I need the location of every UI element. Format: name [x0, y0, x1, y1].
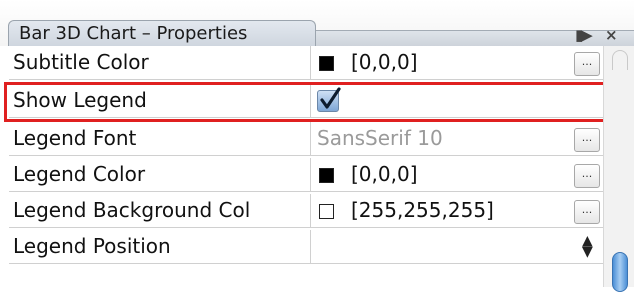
property-value-cell[interactable]: SansSerif 10 ... [311, 122, 604, 155]
edit-button[interactable]: ... [574, 128, 600, 152]
property-row-legend-background-color: Legend Background Col [255,255,255] ... [9, 194, 604, 228]
scroll-track-cap [612, 50, 628, 70]
property-value: [0,0,0] [351, 162, 418, 186]
property-row-legend-color: Legend Color [0,0,0] ... [9, 158, 604, 192]
maximize-icon[interactable]: ▮▶ [575, 26, 593, 44]
property-row-subtitle-color: Subtitle Color [0,0,0] ... [9, 46, 604, 80]
show-legend-highlight [4, 82, 606, 122]
property-value-cell[interactable]: [0,0,0] ... [311, 46, 604, 79]
property-row-legend-position: Legend Position ▲ ▼ [9, 230, 604, 264]
property-value: [0,0,0] [351, 50, 418, 74]
property-name: Legend Color [9, 158, 311, 191]
property-name: Subtitle Color [9, 46, 311, 79]
property-name: Legend Font [9, 122, 311, 155]
property-row-legend-font: Legend Font SansSerif 10 ... [9, 122, 604, 156]
property-value-cell[interactable]: [0,0,0] ... [311, 158, 604, 191]
edit-button[interactable]: ... [574, 52, 600, 76]
property-value-cell[interactable]: [255,255,255] ... [311, 194, 604, 227]
vertical-scrollbar[interactable] [603, 46, 634, 292]
property-name: Legend Background Col [9, 194, 311, 227]
title-tab[interactable]: Bar 3D Chart – Properties [8, 20, 316, 46]
edit-button[interactable]: ... [574, 200, 600, 224]
property-name: Legend Position [9, 230, 311, 263]
edit-button[interactable]: ... [574, 164, 600, 188]
property-value: SansSerif 10 [317, 126, 443, 150]
property-value: [255,255,255] [351, 198, 494, 222]
window-title: Bar 3D Chart – Properties [19, 23, 248, 44]
color-swatch [319, 56, 334, 71]
title-bar: Bar 3D Chart – Properties ▮▶ × [0, 0, 634, 46]
properties-panel: Bar 3D Chart – Properties ▮▶ × Subtitle … [0, 0, 634, 292]
scroll-thumb[interactable] [612, 252, 628, 292]
legend-position-select[interactable]: ▲ ▼ [311, 230, 604, 263]
color-swatch [319, 204, 334, 219]
close-icon[interactable]: × [605, 26, 618, 44]
color-swatch [319, 168, 334, 183]
select-spinner-icon[interactable]: ▲ ▼ [582, 234, 593, 259]
